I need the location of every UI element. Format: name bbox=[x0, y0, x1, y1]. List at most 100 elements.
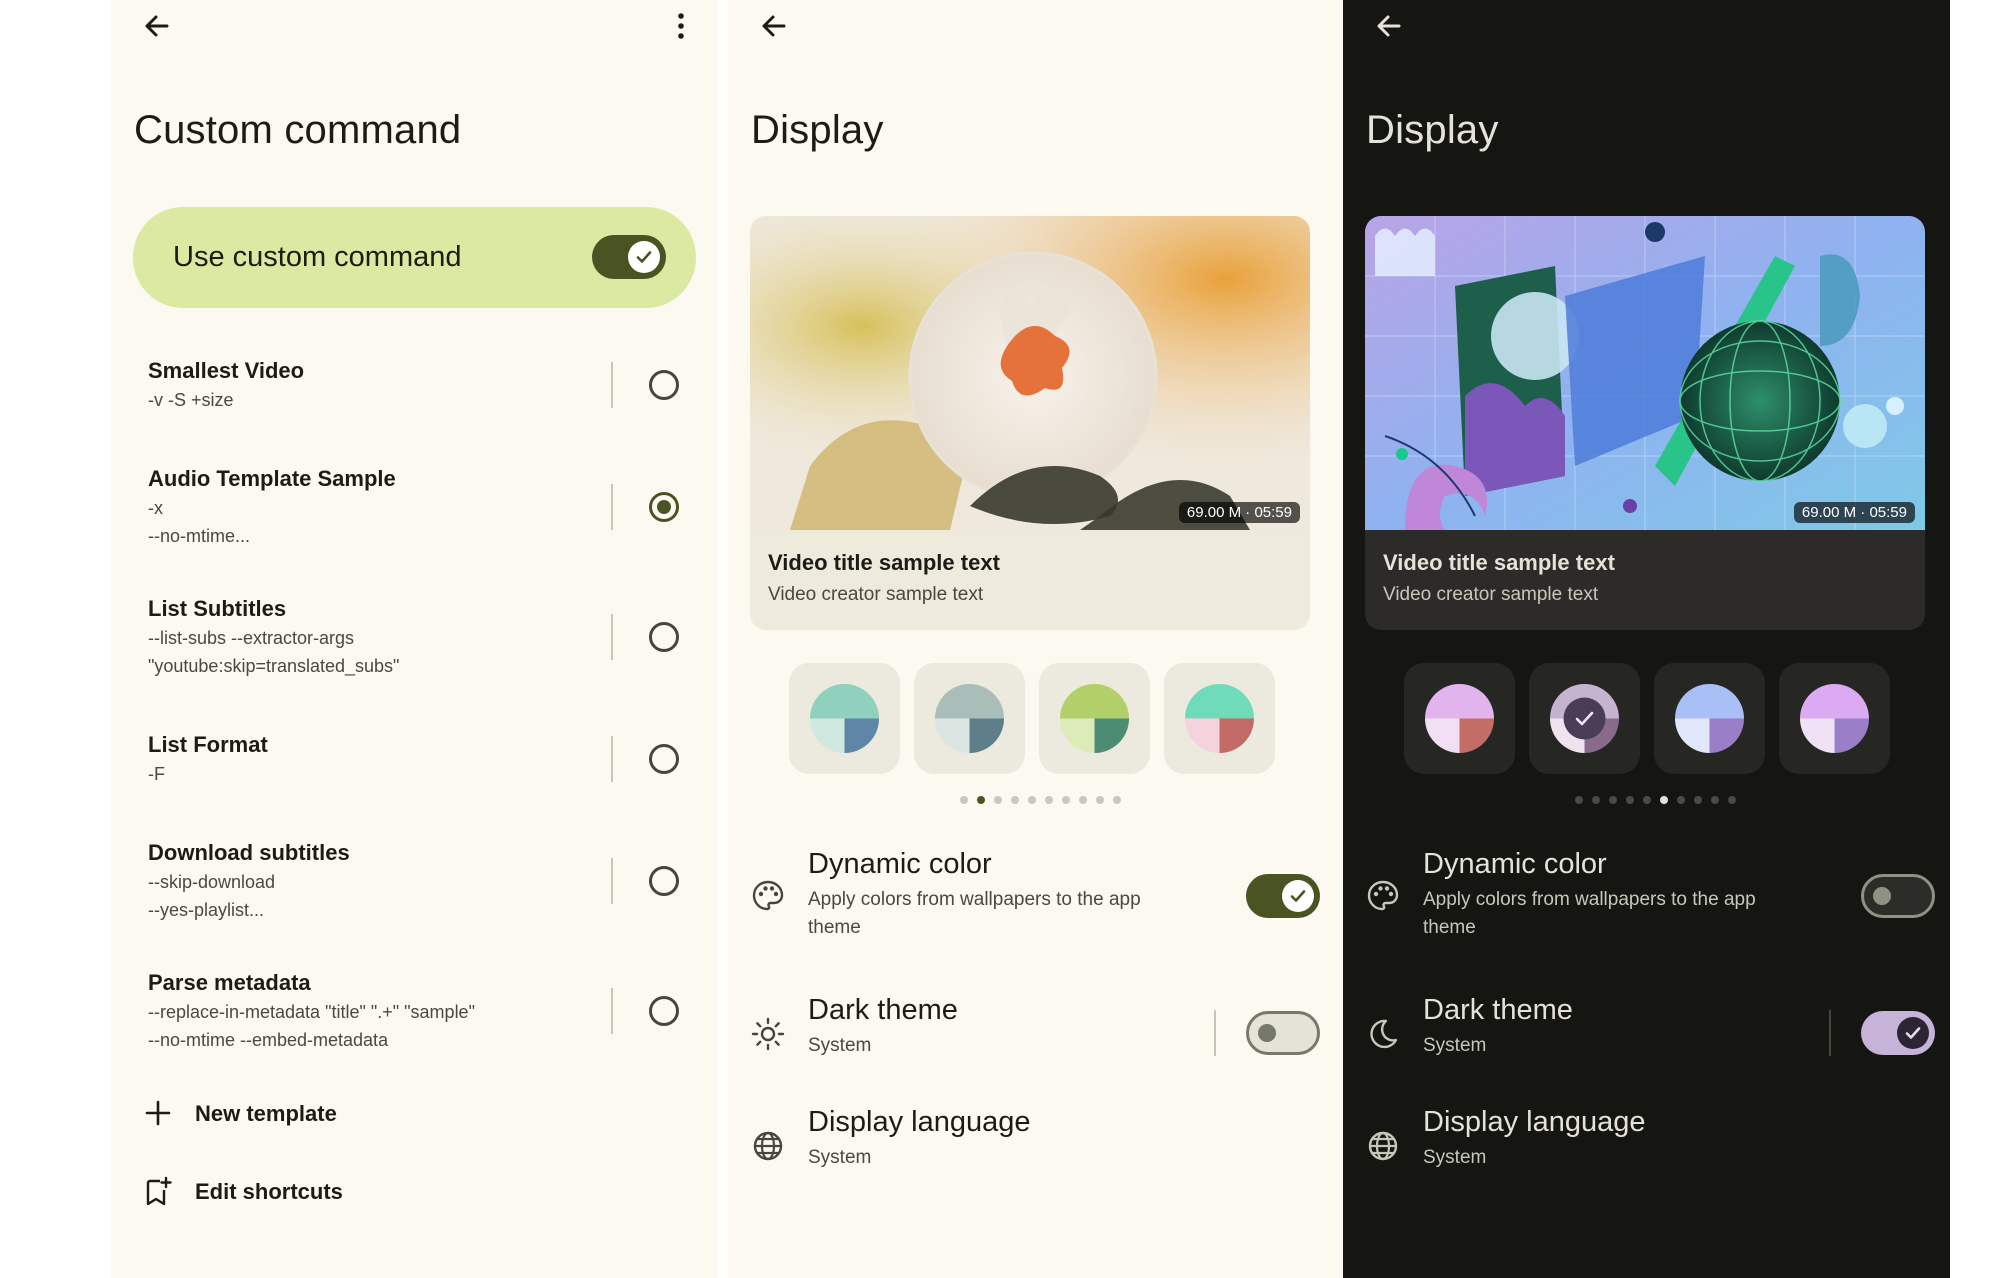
swatch-page-indicator bbox=[960, 796, 1121, 806]
divider bbox=[1829, 1010, 1831, 1056]
dynamic-color-setting[interactable]: Dynamic color Apply colors from wallpape… bbox=[1343, 842, 1950, 952]
video-thumbnail bbox=[1365, 216, 1925, 530]
globe-icon bbox=[750, 1128, 786, 1164]
template-title: Download subtitles bbox=[148, 840, 350, 865]
dark-theme-setting[interactable]: Dark theme System bbox=[728, 988, 1342, 1078]
template-row-list-subtitles[interactable]: List Subtitles --list-subs --extractor-a… bbox=[111, 588, 718, 688]
divider bbox=[611, 362, 613, 408]
dynamic-color-switch[interactable] bbox=[1246, 874, 1320, 918]
check-icon bbox=[1290, 890, 1306, 902]
palette-icon bbox=[750, 878, 786, 914]
template-radio[interactable] bbox=[649, 370, 679, 400]
page-dot-active bbox=[1660, 796, 1668, 804]
display-screen-light: Display 69.00 M · 05:59 Video title samp… bbox=[728, 0, 1342, 1278]
custom-command-screen: Custom command Use custom command Smalle… bbox=[111, 0, 718, 1278]
globe-icon bbox=[1365, 1128, 1401, 1164]
template-args: --no-mtime... bbox=[148, 526, 251, 546]
page-dot bbox=[994, 796, 1002, 804]
template-args: -v -S +size bbox=[148, 390, 234, 410]
page-title: Display bbox=[1366, 108, 1499, 152]
video-size-duration-badge: 69.00 M · 05:59 bbox=[1178, 502, 1300, 523]
display-language-title: Display language bbox=[808, 1106, 1031, 1138]
template-args: "youtube:skip=translated_subs" bbox=[148, 656, 400, 676]
page-dot bbox=[1711, 796, 1719, 804]
page-dot bbox=[1592, 796, 1600, 804]
sun-icon bbox=[750, 1016, 786, 1052]
page-title: Display bbox=[751, 108, 884, 152]
moon-icon bbox=[1365, 1016, 1401, 1052]
template-args: --yes-playlist... bbox=[148, 900, 265, 920]
page-dot bbox=[1694, 796, 1702, 804]
video-creator: Video creator sample text bbox=[1383, 584, 1599, 605]
page-dot bbox=[1113, 796, 1121, 804]
template-row-download-subtitles[interactable]: Download subtitles --skip-download --yes… bbox=[111, 832, 718, 932]
template-radio-selected[interactable] bbox=[649, 492, 679, 522]
page-dot bbox=[1626, 796, 1634, 804]
template-row-audio-template-sample[interactable]: Audio Template Sample -x --no-mtime... bbox=[111, 458, 718, 558]
color-swatch-2-selected[interactable] bbox=[1529, 663, 1640, 774]
template-radio[interactable] bbox=[649, 996, 679, 1026]
color-swatch-3[interactable] bbox=[1654, 663, 1765, 774]
back-arrow-icon[interactable] bbox=[1369, 6, 1409, 46]
dynamic-color-setting[interactable]: Dynamic color Apply colors from wallpape… bbox=[728, 842, 1342, 952]
template-radio[interactable] bbox=[649, 744, 679, 774]
template-title: Parse metadata bbox=[148, 970, 311, 995]
page-dot bbox=[1677, 796, 1685, 804]
dark-theme-switch[interactable] bbox=[1246, 1011, 1320, 1055]
page-dot bbox=[1011, 796, 1019, 804]
dynamic-color-switch[interactable] bbox=[1861, 874, 1935, 918]
page-dot bbox=[1575, 796, 1583, 804]
use-custom-command-card[interactable]: Use custom command bbox=[133, 207, 696, 308]
dark-theme-title: Dark theme bbox=[1423, 994, 1573, 1026]
divider bbox=[611, 858, 613, 904]
template-row-smallest-video[interactable]: Smallest Video -v -S +size bbox=[111, 350, 718, 430]
dark-theme-subtitle: System bbox=[1423, 1035, 1487, 1056]
divider bbox=[611, 614, 613, 660]
dark-theme-switch[interactable] bbox=[1861, 1011, 1935, 1055]
color-swatch-1[interactable] bbox=[1404, 663, 1515, 774]
back-arrow-icon[interactable] bbox=[754, 6, 794, 46]
page-dot bbox=[1028, 796, 1036, 804]
divider bbox=[1214, 1010, 1216, 1056]
color-swatch-4[interactable] bbox=[1779, 663, 1890, 774]
template-args: --list-subs --extractor-args bbox=[148, 628, 355, 648]
template-row-parse-metadata[interactable]: Parse metadata --replace-in-metadata "ti… bbox=[111, 962, 718, 1062]
new-template-label: New template bbox=[195, 1101, 337, 1126]
dynamic-color-subtitle: Apply colors from wallpapers to the app … bbox=[1423, 889, 1756, 938]
display-screen-dark: Display 69.00 M · 05:59 Video title samp… bbox=[1343, 0, 1950, 1278]
back-arrow-icon[interactable] bbox=[137, 6, 177, 46]
video-creator: Video creator sample text bbox=[768, 584, 984, 605]
divider bbox=[611, 736, 613, 782]
dynamic-color-subtitle: Apply colors from wallpapers to the app … bbox=[808, 889, 1141, 938]
template-radio[interactable] bbox=[649, 622, 679, 652]
edit-shortcuts-button[interactable]: Edit shortcuts bbox=[111, 1168, 718, 1218]
color-swatch-3[interactable] bbox=[1039, 663, 1150, 774]
template-args: --no-mtime --embed-metadata bbox=[148, 1030, 389, 1050]
color-swatch-1[interactable] bbox=[789, 663, 900, 774]
video-preview-card[interactable]: 69.00 M · 05:59 Video title sample text … bbox=[1365, 216, 1925, 630]
video-thumbnail bbox=[750, 216, 1310, 530]
template-title: List Subtitles bbox=[148, 596, 287, 621]
page-dot-active bbox=[977, 796, 985, 804]
check-icon bbox=[636, 251, 652, 263]
dynamic-color-title: Dynamic color bbox=[1423, 848, 1607, 880]
template-row-list-format[interactable]: List Format -F bbox=[111, 724, 718, 804]
use-custom-command-switch[interactable] bbox=[592, 235, 666, 279]
edit-shortcuts-label: Edit shortcuts bbox=[195, 1179, 343, 1204]
template-args: -x bbox=[148, 498, 163, 518]
new-template-button[interactable]: New template bbox=[111, 1090, 718, 1140]
divider bbox=[611, 988, 613, 1034]
dark-theme-setting[interactable]: Dark theme System bbox=[1343, 988, 1950, 1078]
display-language-subtitle: System bbox=[1423, 1147, 1487, 1168]
display-language-setting[interactable]: Display language System bbox=[1343, 1100, 1950, 1190]
template-radio[interactable] bbox=[649, 866, 679, 896]
page-dot bbox=[1643, 796, 1651, 804]
divider bbox=[611, 484, 613, 530]
palette-icon bbox=[1365, 878, 1401, 914]
color-swatch-4[interactable] bbox=[1164, 663, 1275, 774]
color-swatch-2[interactable] bbox=[914, 663, 1025, 774]
dynamic-color-title: Dynamic color bbox=[808, 848, 992, 880]
display-language-setting[interactable]: Display language System bbox=[728, 1100, 1342, 1190]
more-vert-icon[interactable] bbox=[661, 6, 701, 46]
video-preview-card[interactable]: 69.00 M · 05:59 Video title sample text … bbox=[750, 216, 1310, 630]
